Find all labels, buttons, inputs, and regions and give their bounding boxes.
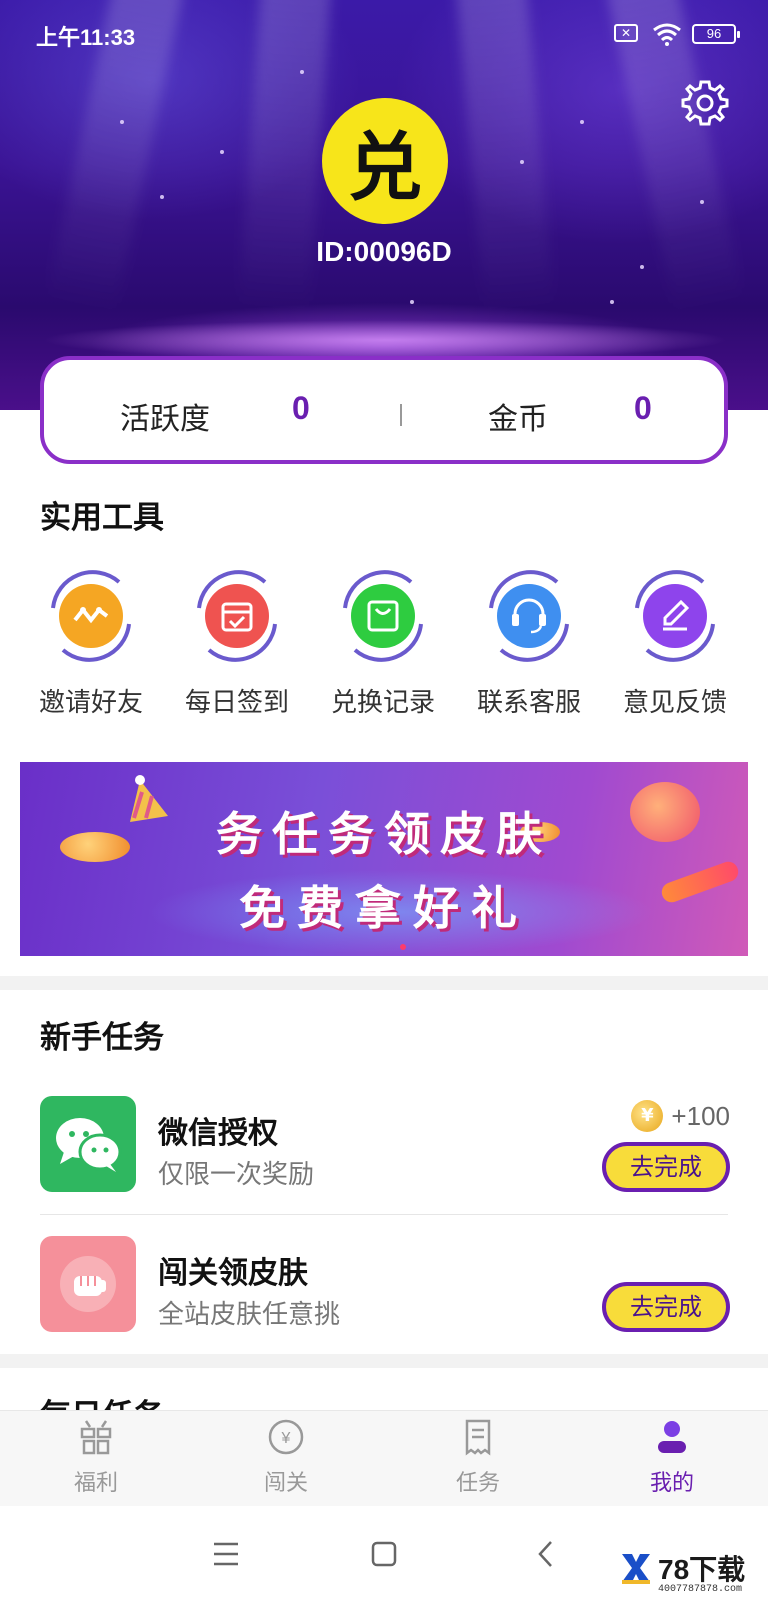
star — [120, 120, 124, 124]
task-title: 微信授权 — [158, 1116, 278, 1151]
task-title: 闯关领皮肤 — [158, 1256, 308, 1291]
wechat-icon — [40, 1096, 136, 1192]
tab-levels[interactable]: ¥ 闯关 — [226, 1417, 346, 1497]
svg-text:¥: ¥ — [281, 1430, 291, 1447]
reward-amount: +100 — [671, 1100, 730, 1131]
banner-line1: 务任务领皮肤 — [216, 807, 552, 861]
star — [220, 150, 224, 154]
headset-icon — [489, 570, 569, 662]
tool-label: 每日签到 — [184, 688, 289, 718]
activity-label: 活跃度 — [120, 402, 210, 437]
watermark-brand: 78下载 — [658, 1554, 746, 1585]
stats-divider — [400, 404, 402, 426]
star — [610, 300, 614, 304]
tools-title: 实用工具 — [40, 500, 164, 536]
reward: ¥ +100 — [631, 1098, 730, 1134]
coins-value: 0 — [634, 390, 652, 426]
stats-card: 活跃度 0 金币 0 — [40, 356, 728, 464]
user-icon — [658, 1421, 686, 1453]
tab-label: 福利 — [73, 1471, 118, 1496]
star — [580, 120, 584, 124]
home-icon[interactable] — [364, 1534, 404, 1574]
status-time: 上午11:33 — [36, 25, 136, 50]
section-gap — [0, 1354, 768, 1368]
tab-label: 闯关 — [263, 1471, 308, 1496]
complete-button[interactable]: 去完成 — [602, 1282, 730, 1332]
tool-invite-friends[interactable]: 邀请好友 — [21, 566, 161, 719]
fist-icon — [40, 1236, 136, 1332]
stage-glow — [40, 320, 730, 360]
receipt-icon — [465, 1419, 491, 1456]
tools-grid: 邀请好友 每日签到 兑换记录 联系客服 意见反馈 — [0, 566, 768, 736]
tool-label: 邀请好友 — [38, 688, 143, 718]
watermark: 78下载 4007787878.com — [618, 1548, 768, 1600]
tool-customer-service[interactable]: 联系客服 — [459, 566, 599, 719]
wifi-icon — [653, 23, 681, 46]
gift-icon — [80, 1420, 112, 1455]
tool-label: 意见反馈 — [622, 688, 727, 718]
gear-icon[interactable] — [680, 78, 730, 128]
task-subtitle: 仅限一次奖励 — [158, 1160, 315, 1190]
back-icon[interactable] — [526, 1534, 566, 1574]
sim-disabled-icon: ✕ — [614, 24, 638, 42]
status-bar: 上午11:33 ✕ 96 — [0, 0, 768, 66]
tab-welfare[interactable]: 福利 — [36, 1417, 156, 1497]
avatar[interactable]: 兑 — [322, 98, 448, 224]
star — [300, 70, 304, 74]
watermark-site: 4007787878.com — [658, 1584, 743, 1595]
battery-indicator: 96 — [692, 24, 740, 44]
task-subtitle: 全站皮肤任意挑 — [158, 1300, 341, 1330]
coins-label: 金币 — [488, 402, 548, 437]
promo-banner[interactable]: 务任务领皮肤 免费拿好礼 — [20, 762, 748, 956]
carousel-indicator — [400, 944, 406, 950]
complete-button[interactable]: 去完成 — [602, 1142, 730, 1192]
row-divider — [40, 1214, 728, 1215]
tab-label: 我的 — [649, 1471, 694, 1496]
star — [520, 160, 524, 164]
star — [160, 195, 164, 199]
tool-daily-checkin[interactable]: 每日签到 — [167, 566, 307, 719]
calendar-check-icon — [197, 570, 277, 662]
tab-mine[interactable]: 我的 — [612, 1417, 732, 1497]
newbie-tasks-title: 新手任务 — [40, 1020, 164, 1056]
banner-line2: 免费拿好礼 — [239, 881, 529, 935]
invite-icon — [51, 570, 131, 662]
star — [410, 300, 414, 304]
tab-tasks[interactable]: 任务 — [418, 1417, 538, 1497]
shopping-bag-icon — [343, 570, 423, 662]
task-wechat-auth: 微信授权 仅限一次奖励 ¥ +100 去完成 — [40, 1096, 730, 1196]
menu-icon[interactable] — [206, 1534, 246, 1574]
star — [700, 200, 704, 204]
x-logo-icon — [622, 1554, 650, 1584]
tool-label: 联系客服 — [476, 688, 581, 718]
task-level-skin: 闯关领皮肤 全站皮肤任意挑 去完成 — [40, 1236, 730, 1336]
yen-coin-icon: ¥ — [268, 1419, 304, 1455]
activity-value: 0 — [292, 390, 310, 426]
user-id: ID:00096D — [316, 236, 452, 267]
bottom-tab-bar: 福利 ¥ 闯关 任务 我的 — [0, 1410, 768, 1506]
tool-label: 兑换记录 — [330, 688, 435, 718]
section-gap — [0, 976, 768, 990]
coin-icon: ¥ — [631, 1100, 664, 1132]
pencil-icon — [635, 570, 715, 662]
tool-redeem-history[interactable]: 兑换记录 — [313, 566, 453, 719]
tool-feedback[interactable]: 意见反馈 — [605, 566, 745, 719]
profile-header: 上午11:33 ✕ 96 兑 ID:00096D — [0, 0, 768, 410]
tab-label: 任务 — [455, 1471, 500, 1496]
